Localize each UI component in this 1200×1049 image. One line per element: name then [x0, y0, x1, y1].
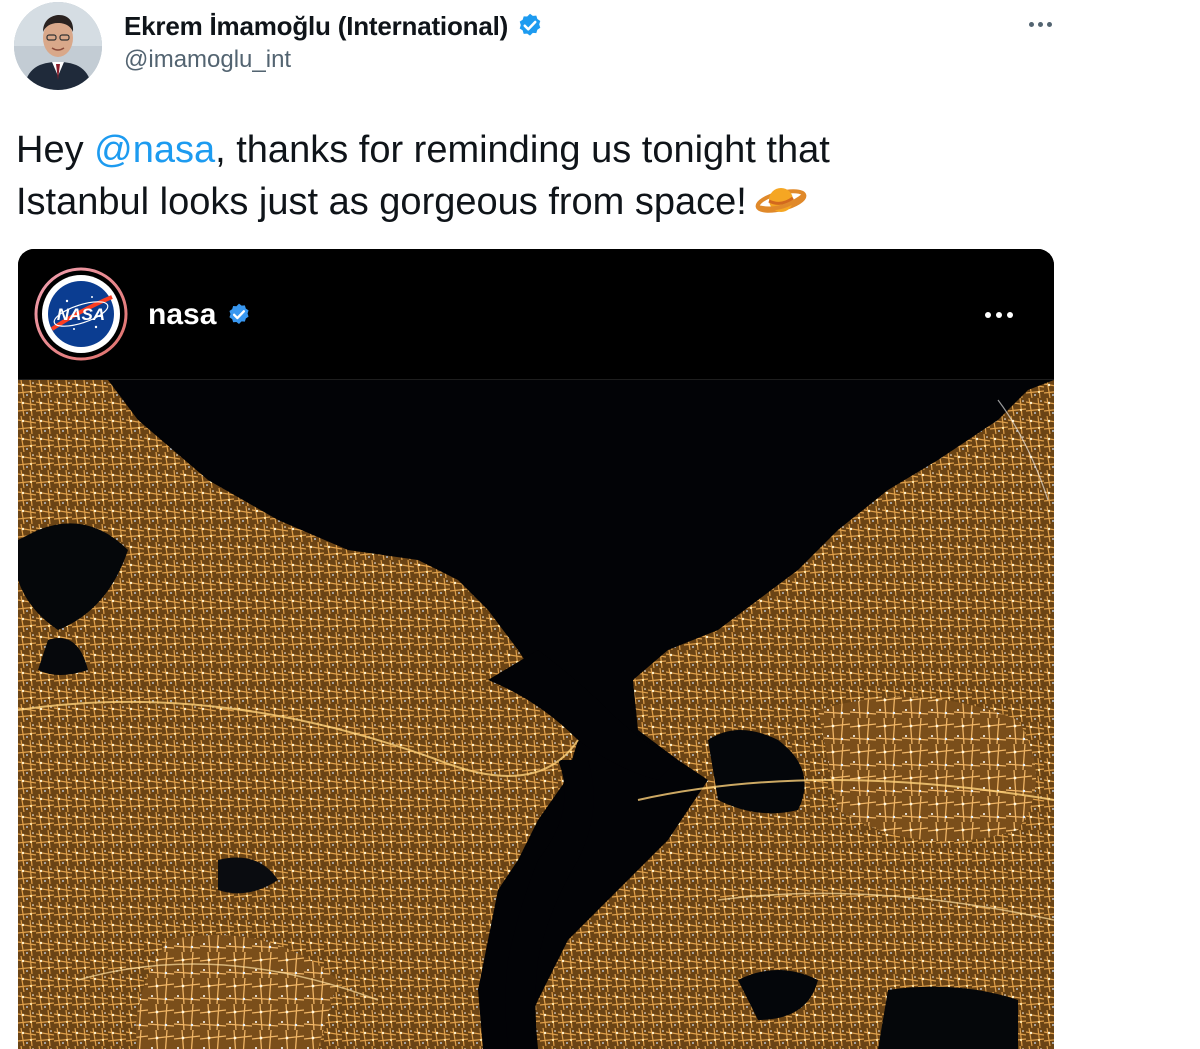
- more-dot-icon: [1007, 312, 1013, 318]
- media-card[interactable]: NASA nasa: [18, 249, 1054, 1049]
- tweet-text-suffix: , thanks for reminding us tonight that: [215, 129, 830, 171]
- night-city-lights-image: [18, 380, 1054, 1049]
- tweet-text: Hey @nasa, thanks for reminding us tonig…: [16, 124, 1116, 228]
- more-options-button[interactable]: [1020, 10, 1060, 38]
- author-handle[interactable]: @imamoglu_int: [124, 46, 291, 74]
- author-avatar[interactable]: [14, 2, 102, 90]
- embedded-username[interactable]: nasa: [148, 298, 216, 332]
- more-dot-icon: [1046, 21, 1052, 27]
- more-dot-icon: [996, 312, 1002, 318]
- embedded-verified-icon: [226, 302, 252, 328]
- mention-link[interactable]: @nasa: [94, 129, 215, 171]
- tweet-text-line-1: Hey @nasa, thanks for reminding us tonig…: [16, 124, 1116, 176]
- embedded-post-header: NASA nasa: [18, 249, 1054, 380]
- profile-photo-icon: [14, 2, 102, 90]
- embedded-more-button[interactable]: [974, 303, 1024, 327]
- author-display-name[interactable]: Ekrem İmamoğlu (International): [124, 11, 508, 42]
- embedded-user-row: nasa: [148, 295, 252, 335]
- verified-icon: [516, 12, 544, 40]
- tweet[interactable]: Ekrem İmamoğlu (International) @imamoglu…: [0, 0, 1200, 1049]
- tweet-text-line-2-content: Istanbul looks just as gorgeous from spa…: [16, 181, 747, 223]
- more-dot-icon: [985, 312, 991, 318]
- more-dot-icon: [1028, 21, 1034, 27]
- ringed-planet-icon: [755, 183, 807, 217]
- tweet-text-line-2: Istanbul looks just as gorgeous from spa…: [16, 176, 1116, 228]
- author-name-row: Ekrem İmamoğlu (International): [124, 10, 544, 42]
- satellite-photo[interactable]: [18, 380, 1054, 1049]
- nasa-logo-lettering: NASA: [57, 305, 105, 324]
- more-dot-icon: [1037, 21, 1043, 27]
- tweet-text-prefix: Hey: [16, 129, 95, 171]
- nasa-logo-icon[interactable]: NASA: [34, 267, 128, 361]
